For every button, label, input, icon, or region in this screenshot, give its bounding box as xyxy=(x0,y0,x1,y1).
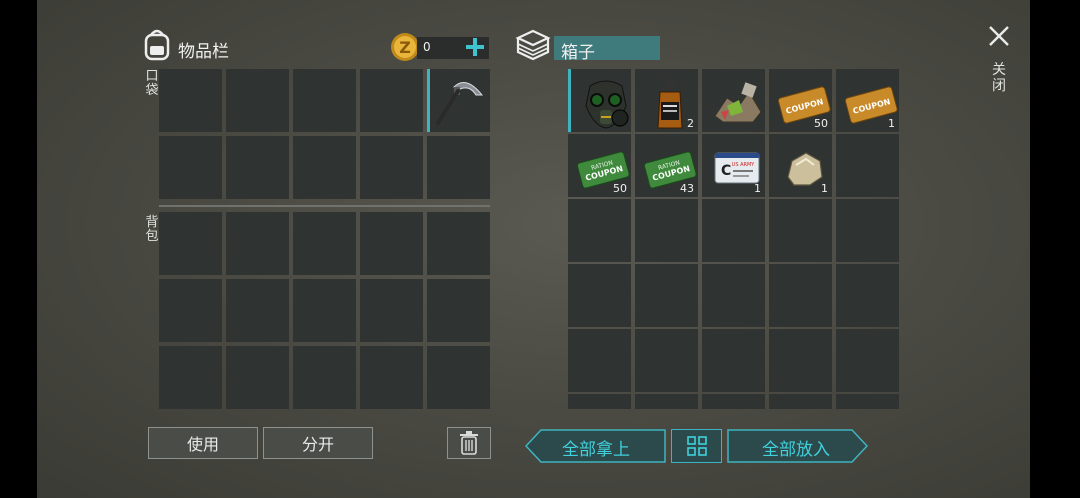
close-label: 关闭 xyxy=(992,62,1006,94)
item-count: 2 xyxy=(687,117,694,130)
item-count: 50 xyxy=(814,117,828,130)
inventory-title: 物品栏 xyxy=(178,42,229,62)
backpack-label: 背包 xyxy=(145,215,159,244)
box-slot[interactable] xyxy=(568,199,631,262)
pocket-slot[interactable] xyxy=(427,136,490,199)
box-slot-scrap-pile[interactable] xyxy=(702,69,765,132)
backpack-icon xyxy=(141,27,173,61)
backpack-slot[interactable] xyxy=(293,279,356,342)
box-slot[interactable] xyxy=(836,199,899,262)
box-slot[interactable] xyxy=(635,264,698,327)
box-slot-orange-coupon[interactable]: COUPON 1 xyxy=(836,69,899,132)
box-slot[interactable] xyxy=(769,394,832,409)
pocket-slot-pickaxe[interactable] xyxy=(427,69,490,132)
backpack-slot[interactable] xyxy=(293,346,356,409)
box-slot-army-id-card[interactable]: C US ARMY 1 xyxy=(702,134,765,197)
svg-text:US ARMY: US ARMY xyxy=(732,162,756,168)
gold-coin-icon: Z xyxy=(390,32,420,62)
pickaxe-icon xyxy=(436,82,484,125)
backpack-slot[interactable] xyxy=(360,346,423,409)
add-coins-button[interactable] xyxy=(465,37,485,57)
box-slot[interactable] xyxy=(635,394,698,409)
box-slot-whiskey-bottle[interactable]: 2 xyxy=(635,69,698,132)
backpack-slot[interactable] xyxy=(159,279,222,342)
pocket-slot[interactable] xyxy=(360,136,423,199)
box-slot[interactable] xyxy=(769,264,832,327)
box-slot[interactable] xyxy=(702,199,765,262)
take-all-label: 全部拿上 xyxy=(562,440,630,460)
box-slot[interactable] xyxy=(702,394,765,409)
pocket-slot[interactable] xyxy=(226,69,289,132)
put-all-button[interactable]: 全部放入 xyxy=(727,429,869,463)
sort-grid-button[interactable] xyxy=(671,429,722,463)
section-divider xyxy=(159,205,490,207)
box-slot[interactable] xyxy=(836,264,899,327)
backpack-slot[interactable] xyxy=(427,346,490,409)
pocket-slot[interactable] xyxy=(293,136,356,199)
item-count: 50 xyxy=(613,182,627,195)
box-slot-orange-coupon[interactable]: COUPON 50 xyxy=(769,69,832,132)
svg-text:Z: Z xyxy=(399,38,411,57)
trash-icon xyxy=(460,431,478,455)
box-slot-green-ration-coupon[interactable]: RATION COUPON 50 xyxy=(568,134,631,197)
use-button[interactable]: 使用 xyxy=(148,427,258,459)
box-slot[interactable] xyxy=(568,329,631,392)
backpack-slot[interactable] xyxy=(360,279,423,342)
box-slot-stone[interactable]: 1 xyxy=(769,134,832,197)
backpack-slot[interactable] xyxy=(159,212,222,275)
box-slot[interactable] xyxy=(702,329,765,392)
pocket-slot[interactable] xyxy=(159,136,222,199)
put-all-label: 全部放入 xyxy=(762,440,830,460)
pocket-slot[interactable] xyxy=(159,69,222,132)
item-count: 1 xyxy=(821,182,828,195)
coin-amount: 0 xyxy=(423,40,431,54)
item-count: 1 xyxy=(754,182,761,195)
pocket-label: 口袋 xyxy=(145,69,159,98)
box-slot[interactable] xyxy=(635,329,698,392)
box-slot[interactable] xyxy=(568,264,631,327)
box-slot[interactable] xyxy=(836,394,899,409)
pocket-slot[interactable] xyxy=(226,136,289,199)
backpack-slot[interactable] xyxy=(427,212,490,275)
close-icon xyxy=(989,26,1009,46)
box-slot[interactable] xyxy=(836,134,899,197)
backpack-slot[interactable] xyxy=(427,279,490,342)
box-slot[interactable] xyxy=(635,199,698,262)
backpack-slot[interactable] xyxy=(226,346,289,409)
inventory-screen: 物品栏 Z 0 口袋 背包 使用 分开 箱子 2 COUPON 50 COUPO… xyxy=(37,0,1030,498)
backpack-slot[interactable] xyxy=(360,212,423,275)
backpack-slot[interactable] xyxy=(159,346,222,409)
take-all-button[interactable]: 全部拿上 xyxy=(525,429,667,463)
box-slot[interactable] xyxy=(769,329,832,392)
item-count: 43 xyxy=(680,182,694,195)
pocket-slot[interactable] xyxy=(360,69,423,132)
item-count: 1 xyxy=(888,117,895,130)
box-slot[interactable] xyxy=(568,394,631,409)
backpack-slot[interactable] xyxy=(226,212,289,275)
backpack-slot[interactable] xyxy=(226,279,289,342)
box-slot-gas-mask[interactable] xyxy=(568,69,631,132)
box-slot[interactable] xyxy=(769,199,832,262)
container-title: 箱子 xyxy=(561,43,595,63)
split-button[interactable]: 分开 xyxy=(263,427,373,459)
box-slot[interactable] xyxy=(702,264,765,327)
pocket-slot[interactable] xyxy=(293,69,356,132)
trash-button[interactable] xyxy=(447,427,491,459)
backpack-slot[interactable] xyxy=(293,212,356,275)
svg-text:C: C xyxy=(721,163,731,179)
box-slot-green-ration-coupon[interactable]: RATION COUPON 43 xyxy=(635,134,698,197)
crate-icon xyxy=(515,28,551,62)
close-button[interactable]: 关闭 xyxy=(985,24,1013,100)
grid-icon xyxy=(687,436,707,456)
box-slot[interactable] xyxy=(836,329,899,392)
